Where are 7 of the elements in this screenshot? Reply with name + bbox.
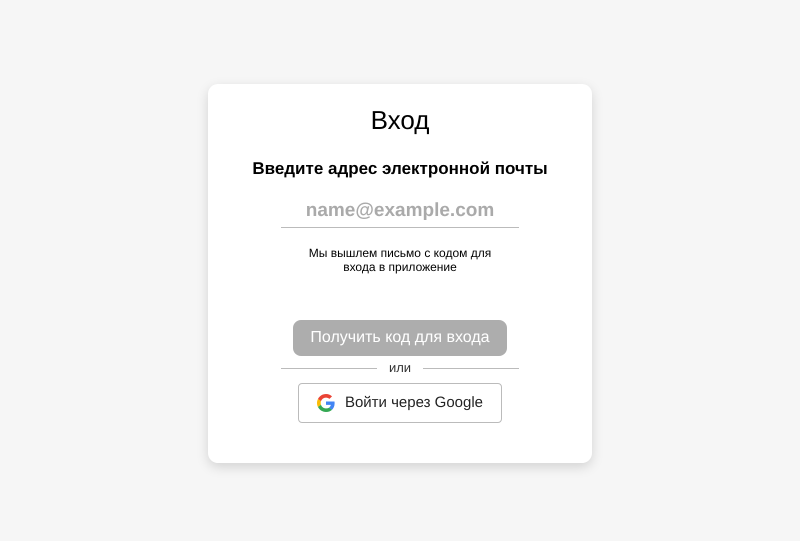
email-field[interactable]: name@example.com: [281, 194, 519, 228]
or-divider-text: или: [388, 360, 412, 376]
google-sign-in-button[interactable]: Войти через Google: [298, 383, 502, 423]
code-note: Мы вышлем письмо с кодом для входа в приложение: [308, 246, 492, 274]
email-heading: Введите адрес электронной почты: [252, 158, 548, 180]
google-icon: [316, 394, 335, 412]
login-title: Вход: [370, 104, 430, 136]
